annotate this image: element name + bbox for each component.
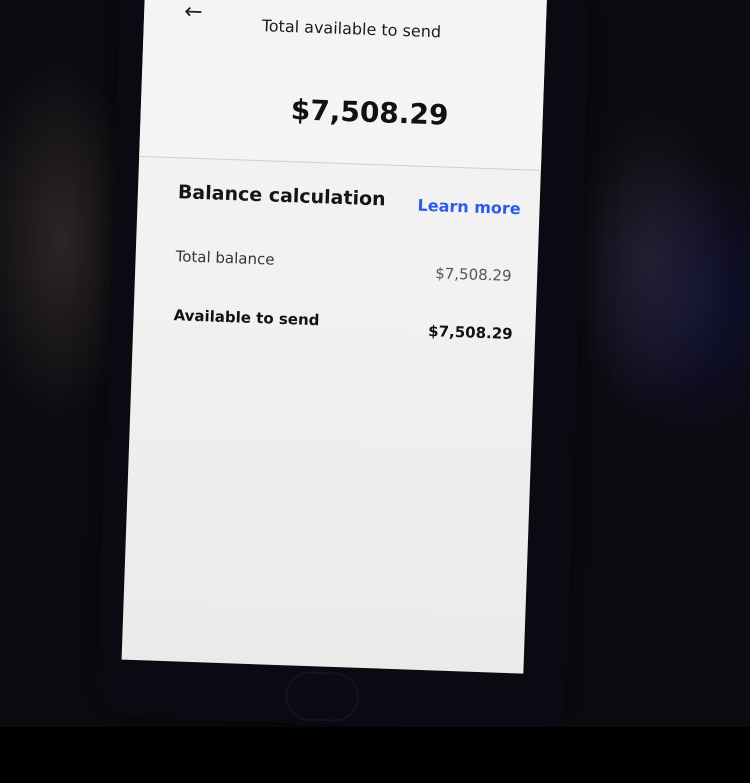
- phone-screen: ← Total available to send $7,508.29 Bala…: [121, 0, 548, 674]
- available-amount: $7,508.29: [290, 93, 450, 132]
- back-arrow-icon[interactable]: ←: [184, 0, 203, 25]
- page-title: Total available to send: [261, 16, 442, 42]
- screen-header: ← Total available to send $7,508.29: [139, 0, 548, 171]
- learn-more-link[interactable]: Learn more: [417, 196, 521, 219]
- available-to-send-label: Available to send: [173, 306, 320, 330]
- total-balance-label: Total balance: [175, 247, 275, 269]
- balance-calculation-heading: Balance calculation: [177, 181, 386, 211]
- available-to-send-value: $7,508.29: [427, 322, 513, 344]
- total-balance-value: $7,508.29: [434, 264, 512, 285]
- home-button: [284, 670, 360, 723]
- bottom-black-bar: [0, 727, 750, 783]
- photo-background: ← Total available to send $7,508.29 Bala…: [0, 0, 750, 727]
